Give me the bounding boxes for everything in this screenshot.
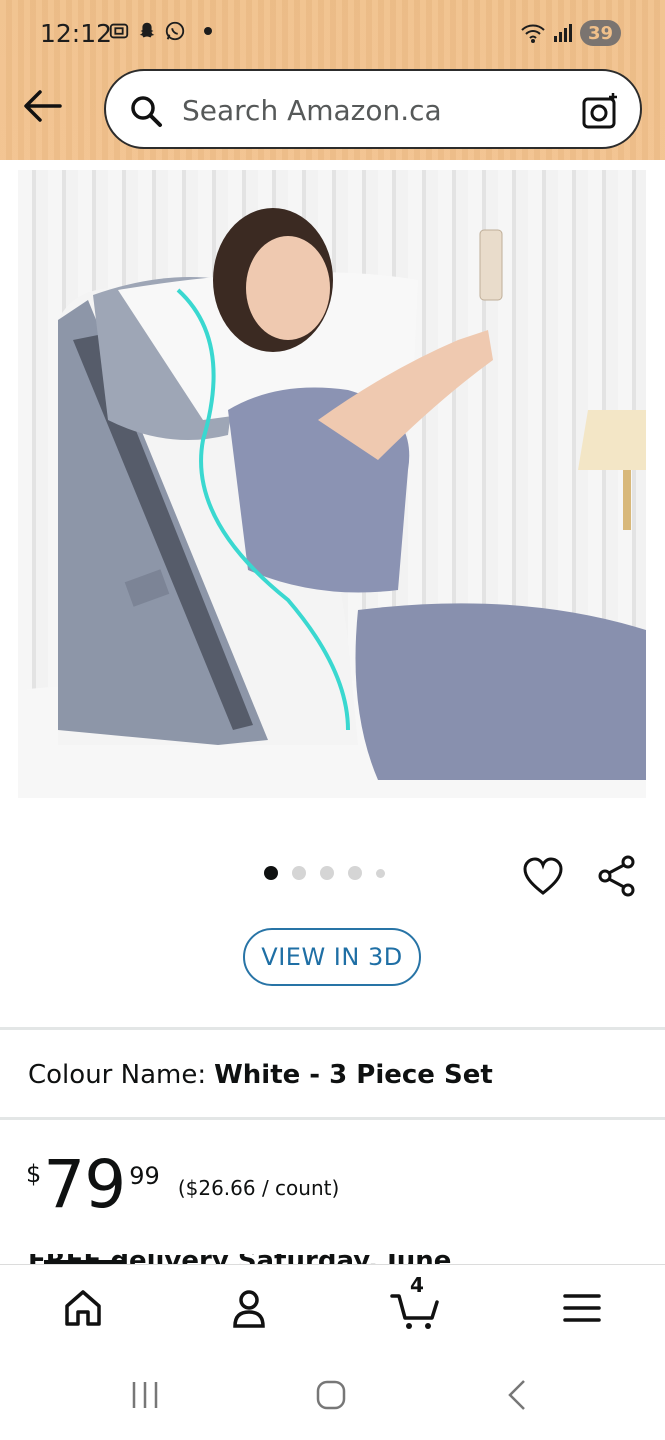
price-fraction: 99 (129, 1162, 160, 1190)
back-button[interactable] (18, 82, 66, 130)
carousel-dot[interactable] (264, 866, 278, 880)
image-carousel-dots[interactable] (264, 866, 385, 880)
colour-label: Colour Name: (28, 1060, 207, 1090)
nav-account[interactable] (224, 1283, 274, 1333)
price: $ 79 99 ($26.66 / count) (26, 1152, 339, 1218)
product-image[interactable] (18, 170, 646, 798)
snapchat-icon (139, 22, 155, 38)
notification-dot-icon (204, 27, 212, 35)
unit-price: ($26.66 / count) (177, 1176, 340, 1200)
wifi-icon (521, 24, 545, 43)
search-icon (131, 96, 162, 127)
carousel-dot[interactable] (376, 868, 385, 878)
search-bar[interactable] (104, 69, 642, 149)
product-page: 12:12 39 Search Amazon.ca VIEW IN 3D Col… (0, 0, 665, 1440)
status-bar: 12:12 39 (0, 0, 665, 64)
home-circle-icon (316, 1380, 346, 1410)
battery-indicator: 39 (579, 20, 621, 46)
search-input[interactable] (182, 89, 562, 131)
screenshot-icon (109, 23, 129, 39)
carousel-dot[interactable] (320, 866, 334, 880)
heart-icon[interactable] (522, 856, 564, 898)
status-icons-right: 39 (520, 20, 621, 46)
home-icon (65, 1290, 101, 1326)
back-chevron-icon (508, 1380, 525, 1410)
bottom-navigation: 4 (0, 1264, 665, 1348)
status-icons-left (108, 20, 212, 42)
clock: 12:12 (40, 19, 113, 48)
divider (0, 1027, 665, 1030)
whatsapp-icon (165, 21, 185, 41)
signal-icon (553, 24, 572, 42)
home-button[interactable] (313, 1378, 349, 1412)
carousel-dot[interactable] (348, 866, 362, 880)
arrow-left-icon (24, 90, 62, 122)
recents-button[interactable] (128, 1378, 162, 1412)
nav-home[interactable] (58, 1283, 108, 1333)
colour-selector[interactable]: Colour Name: White - 3 Piece Set (28, 1060, 493, 1090)
camera-lens-icon[interactable] (580, 89, 622, 131)
carousel-dot[interactable] (292, 866, 306, 880)
nav-menu[interactable] (557, 1283, 607, 1333)
product-photo-illustration (18, 208, 646, 798)
account-icon (233, 1290, 265, 1328)
menu-icon (563, 1294, 601, 1322)
cart-count-badge: 4 (410, 1273, 424, 1297)
price-whole: 79 (43, 1146, 126, 1223)
system-navigation (0, 1348, 665, 1440)
divider (0, 1117, 665, 1120)
system-back-button[interactable] (500, 1378, 534, 1412)
colour-value: White - 3 Piece Set (214, 1060, 493, 1090)
view-in-3d-button[interactable]: VIEW IN 3D (243, 928, 421, 986)
share-icon[interactable] (596, 854, 638, 898)
recents-icon (132, 1382, 158, 1408)
price-currency: $ (26, 1160, 42, 1188)
